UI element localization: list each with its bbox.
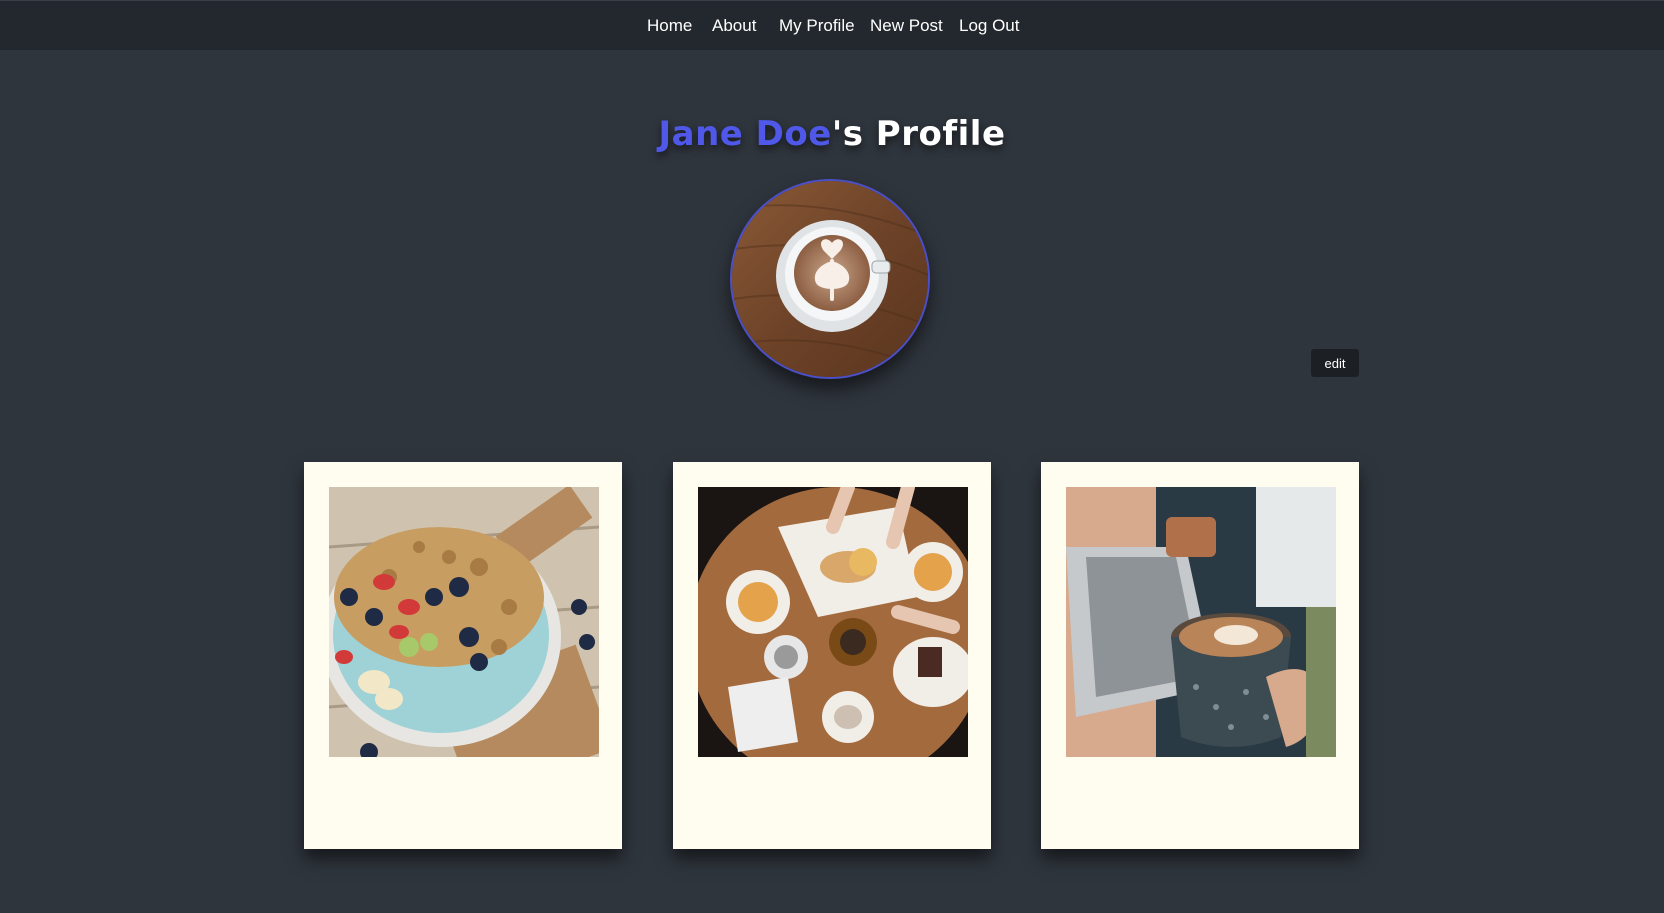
post-card[interactable] [673,462,991,849]
page-title-suffix: 's Profile [831,114,1006,154]
top-navbar: Home About My Profile New Post Log Out [0,0,1664,50]
post-photo[interactable] [1066,487,1336,757]
post-photo[interactable] [698,487,968,757]
coffee-table-brunch-photo [698,487,968,757]
latte-art-photo [732,181,928,377]
nav-log-out-link[interactable]: Log Out [959,16,1020,36]
nav-home-link[interactable]: Home [647,16,692,36]
post-card[interactable] [304,462,622,849]
profile-avatar [730,179,930,379]
nav-about-link[interactable]: About [712,16,756,36]
latte-pour-photo [1066,487,1336,757]
nav-new-post-link[interactable]: New Post [870,16,943,36]
profile-name: Jane Doe [658,114,832,154]
edit-button[interactable]: edit [1311,349,1359,377]
post-photo[interactable] [329,487,599,757]
granola-berry-bowl-photo [329,487,599,757]
nav-my-profile-link[interactable]: My Profile [779,16,855,36]
page-title: Jane Doe's Profile [0,114,1664,154]
post-card[interactable] [1041,462,1359,849]
